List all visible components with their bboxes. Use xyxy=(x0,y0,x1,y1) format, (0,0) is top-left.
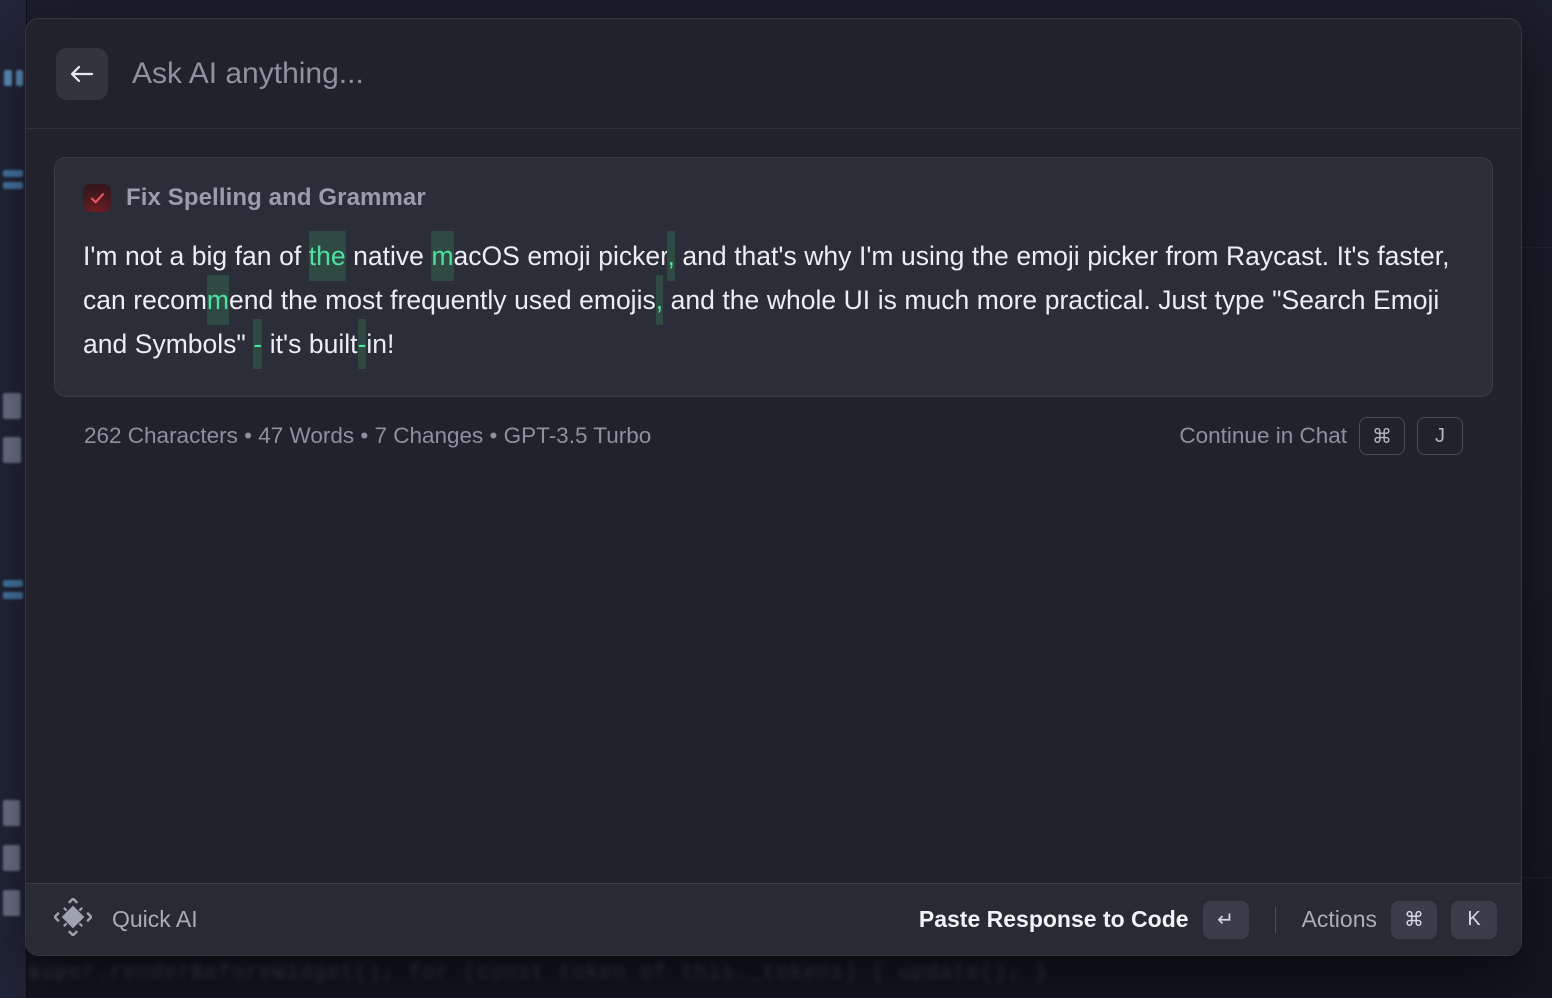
answer-meta-row: 262 Characters • 47 Words • 7 Changes • … xyxy=(54,397,1493,455)
editor-token xyxy=(3,890,20,916)
back-button[interactable] xyxy=(56,47,108,100)
arrow-left-icon xyxy=(69,64,95,84)
editor-token xyxy=(3,580,23,587)
editor-bottom-code-line: super.renderBeforeWidget(); for (const t… xyxy=(28,962,1049,985)
grammar-correction-highlight: - xyxy=(253,329,263,359)
raycast-logo-icon xyxy=(52,896,94,941)
ai-answer-card: Fix Spelling and Grammar I'm not a big f… xyxy=(54,157,1493,397)
answer-text-segment: native xyxy=(345,241,432,271)
answer-text-segment: acOS emoji picker xyxy=(453,241,668,271)
key-badge-command[interactable]: ⌘ xyxy=(1359,417,1405,455)
quick-ai-label: Quick AI xyxy=(112,906,198,932)
answer-card-header: Fix Spelling and Grammar xyxy=(83,184,1464,212)
answer-text-segment: end the most frequently used emojis xyxy=(229,285,656,315)
paste-response-button[interactable]: Paste Response to Code xyxy=(919,906,1189,933)
ai-answer-text: I'm not a big fan of the native macOS em… xyxy=(83,234,1464,366)
continue-in-chat-label: Continue in Chat xyxy=(1179,423,1347,448)
answer-text-segment: it's built xyxy=(262,329,358,359)
grammar-correction-highlight: the xyxy=(308,241,346,271)
editor-token xyxy=(3,393,21,419)
grammar-correction-highlight: , xyxy=(655,285,664,315)
editor-token xyxy=(3,182,23,189)
quick-ai-indicator[interactable]: Quick AI xyxy=(52,896,198,941)
red-checkmark-icon xyxy=(83,184,111,212)
editor-token xyxy=(16,70,23,86)
preset-title: Fix Spelling and Grammar xyxy=(126,184,426,211)
search-header xyxy=(26,19,1521,129)
key-badge-k[interactable]: K xyxy=(1451,900,1497,939)
editor-token xyxy=(3,170,23,177)
editor-token xyxy=(3,845,20,871)
key-badge-return[interactable]: ↵ xyxy=(1202,900,1249,939)
answer-text-segment: in! xyxy=(366,329,395,359)
panel-body: Fix Spelling and Grammar I'm not a big f… xyxy=(26,129,1521,883)
answer-text-segment: I'm not a big fan of xyxy=(83,241,309,271)
grammar-correction-highlight: m xyxy=(206,285,229,315)
editor-token xyxy=(3,592,23,599)
footer-actions: Paste Response to Code ↵ Actions ⌘ K xyxy=(919,900,1497,939)
footer-divider xyxy=(1274,906,1276,933)
grammar-correction-highlight: , xyxy=(667,241,675,271)
editor-token xyxy=(3,800,20,826)
continue-in-chat-action[interactable]: Continue in Chat ⌘ J xyxy=(1179,417,1463,455)
grammar-correction-highlight: m xyxy=(431,241,454,271)
panel-footer: Quick AI Paste Response to Code ↵ Action… xyxy=(26,883,1521,955)
key-badge-j[interactable]: J xyxy=(1417,417,1463,455)
editor-token xyxy=(4,70,12,86)
answer-stats: 262 Characters • 47 Words • 7 Changes • … xyxy=(84,423,652,448)
editor-token xyxy=(3,437,21,463)
search-input[interactable] xyxy=(132,56,1491,91)
raycast-ai-panel: Fix Spelling and Grammar I'm not a big f… xyxy=(25,18,1522,956)
actions-button[interactable]: Actions xyxy=(1302,906,1377,933)
key-badge-command[interactable]: ⌘ xyxy=(1391,900,1437,939)
